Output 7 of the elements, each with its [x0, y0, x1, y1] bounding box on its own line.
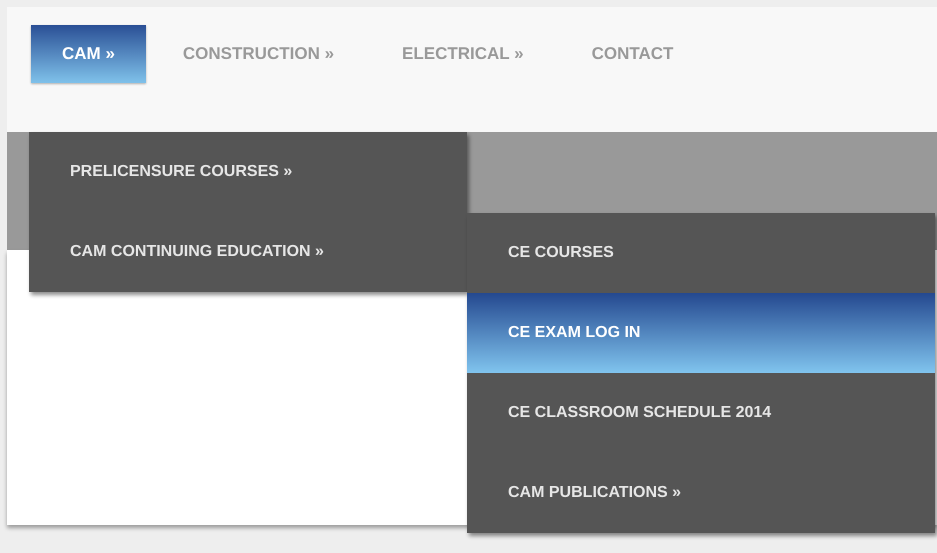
submenu-item[interactable]: CE EXAM LOG IN — [467, 293, 935, 373]
dropdown-item[interactable]: PRELICENSURE COURSES » — [29, 132, 467, 212]
submenu-item[interactable]: CE CLASSROOM SCHEDULE 2014 — [467, 373, 935, 453]
submenu-item[interactable]: CAM PUBLICATIONS » — [467, 453, 935, 533]
submenu-item[interactable]: CE COURSES — [467, 213, 935, 293]
dropdown-item[interactable]: CAM CONTINUING EDUCATION » — [29, 212, 467, 292]
nav-menu-item[interactable]: CAM » — [31, 25, 146, 83]
